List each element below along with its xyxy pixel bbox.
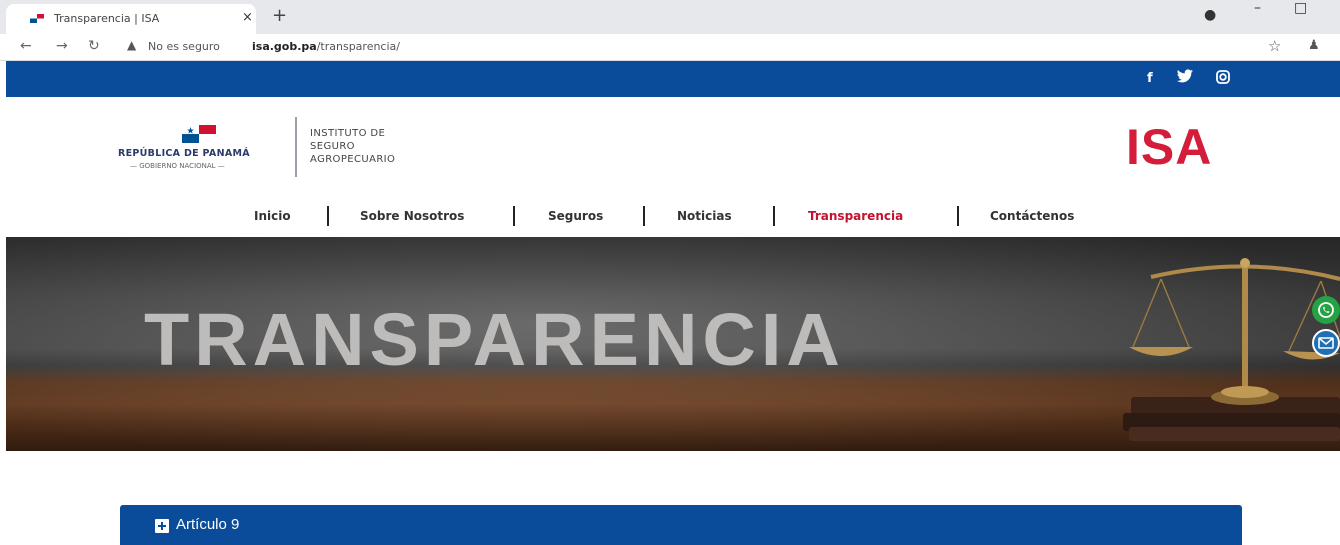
mail-icon [1318,337,1334,349]
whatsapp-button[interactable] [1312,296,1340,324]
star-icon[interactable]: ☆ [1268,37,1281,55]
nav-item-transparencia[interactable]: Transparencia [808,209,903,223]
facebook-icon[interactable]: f [1147,71,1153,86]
nav-item-inicio[interactable]: Inicio [254,209,291,223]
nav-item-seguros[interactable]: Seguros [548,209,603,223]
nav-separator [773,206,775,226]
whatsapp-icon [1318,302,1334,318]
security-label[interactable]: No es seguro [148,40,220,53]
main-nav: Inicio Sobre Nosotros Seguros Noticias T… [0,206,1340,228]
nav-item-contactenos[interactable]: Contáctenos [990,209,1074,223]
reload-icon[interactable]: ↻ [88,38,100,54]
plus-square-icon [155,519,169,533]
government-title: REPÚBLICA DE PANAMÁ [118,148,250,159]
url-path: /transparencia/ [316,40,400,53]
minimize-icon[interactable]: – [1254,0,1261,16]
panama-flag-icon [182,125,216,143]
institute-name: INSTITUTO DE SEGURO AGROPECUARIO [310,128,396,165]
nav-separator [513,206,515,226]
tab-close-icon[interactable]: × [242,10,253,25]
accordion-articulo-9[interactable]: Artículo 9 [120,505,1242,545]
twitter-icon[interactable] [1177,69,1193,87]
forward-icon[interactable]: → [56,38,68,54]
extension-icon[interactable]: ● [1204,7,1216,23]
warning-icon[interactable]: ▲ [127,38,136,52]
nav-separator [957,206,959,226]
maximize-icon[interactable]: □ [1294,0,1307,16]
nav-separator [327,206,329,226]
nav-item-sobre-nosotros[interactable]: Sobre Nosotros [360,209,464,223]
browser-tab[interactable]: Transparencia | ISA × [6,4,256,34]
nav-item-noticias[interactable]: Noticias [677,209,732,223]
flag-favicon-icon [30,14,44,23]
justice-scales-image [1123,258,1340,441]
hero-banner: TRANSPARENCIA [6,237,1340,451]
address-bar: ← → ↻ ▲ No es seguro isa.gob.pa/transpar… [0,34,1340,61]
site-top-strip: f [6,61,1340,97]
tab-title: Transparencia | ISA [54,12,160,25]
email-button[interactable] [1312,329,1340,357]
accordion-label: Artículo 9 [176,516,240,533]
instagram-icon[interactable] [1216,70,1230,88]
hero-title: TRANSPARENCIA [144,298,845,381]
header-divider [295,117,297,177]
back-icon[interactable]: ← [20,38,32,54]
nav-separator [643,206,645,226]
government-subtitle: — GOBIERNO NACIONAL — [130,162,225,170]
url-field[interactable]: isa.gob.pa/transparencia/ [252,40,400,53]
browser-tab-bar: Transparencia | ISA × + ● – □ [0,0,1340,34]
new-tab-button[interactable]: + [272,5,287,26]
isa-logo[interactable]: ISA [1126,118,1212,176]
profile-icon[interactable]: ♟ [1308,38,1320,53]
url-domain: isa.gob.pa [252,40,317,53]
